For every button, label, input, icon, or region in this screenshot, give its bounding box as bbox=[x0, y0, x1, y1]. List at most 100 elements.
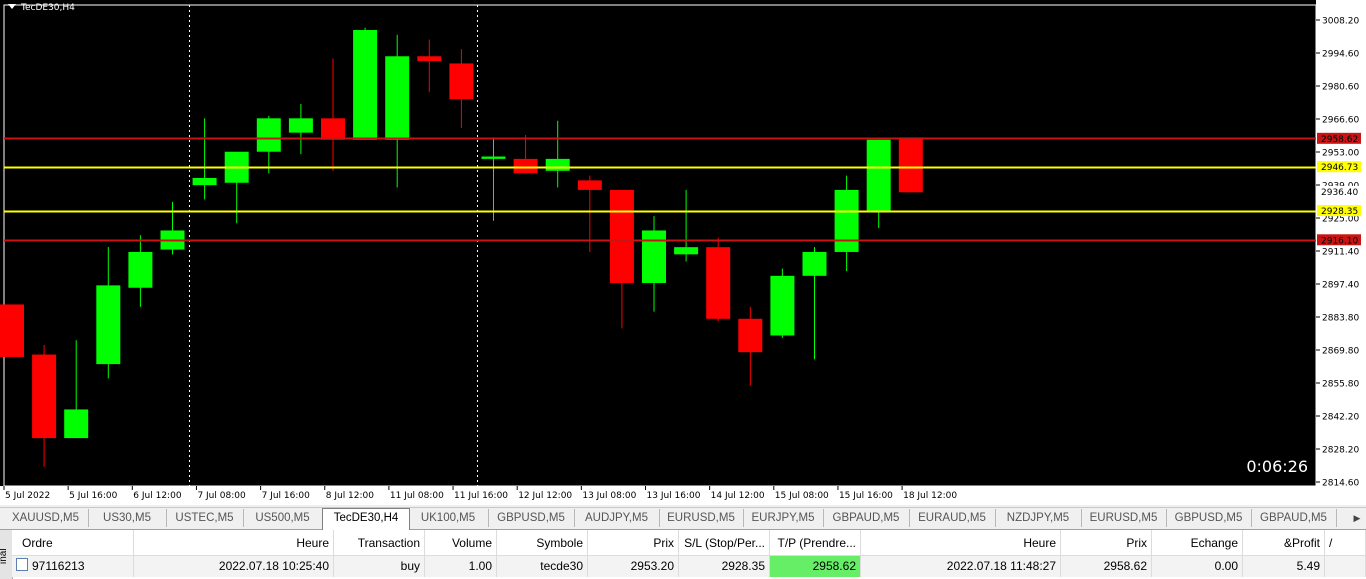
time-tick-label: 14 Jul 12:00 bbox=[711, 491, 765, 501]
cell-sl[interactable]: 2928.35 bbox=[679, 556, 770, 577]
candle-body-bear bbox=[513, 158, 538, 174]
candle-body-bear bbox=[321, 118, 345, 140]
candle-body-bear bbox=[0, 304, 24, 357]
chart-tab[interactable]: GBPUSD,M5 bbox=[1166, 509, 1252, 527]
cell-transaction[interactable]: buy bbox=[334, 556, 425, 577]
price-tick-label: 2911.40 bbox=[1322, 248, 1359, 258]
time-tick-label: 11 Jul 08:00 bbox=[390, 491, 444, 501]
price-tag-label: 2928.35 bbox=[1321, 207, 1358, 217]
chart-tab[interactable]: EURJPY,M5 bbox=[743, 509, 824, 527]
header-sl[interactable]: S/L (Stop/Per... bbox=[679, 530, 770, 556]
candle-body-bear bbox=[449, 63, 474, 100]
time-tick-label: 6 Jul 12:00 bbox=[133, 491, 182, 501]
price-tag-label: 2916.10 bbox=[1321, 236, 1358, 246]
candle-body-bull bbox=[385, 56, 410, 140]
candle-body-bull bbox=[545, 158, 570, 171]
price-tick-label: 3008.20 bbox=[1322, 17, 1359, 27]
cell-extra[interactable] bbox=[1325, 556, 1366, 577]
chart-tab[interactable]: NZDJPY,M5 bbox=[995, 509, 1082, 527]
header-extra[interactable]: / bbox=[1325, 530, 1366, 556]
candle-body-bear bbox=[738, 318, 763, 353]
time-tick-label: 5 Jul 2022 bbox=[5, 491, 50, 501]
terminal-side-text: inal bbox=[0, 548, 9, 564]
header-open-time[interactable]: Heure bbox=[134, 530, 334, 556]
time-tick-label: 12 Jul 12:00 bbox=[518, 491, 572, 501]
header-profit[interactable]: &Profit bbox=[1243, 530, 1325, 556]
price-chart[interactable]: 3008.202994.602980.602966.602953.002939.… bbox=[0, 0, 1366, 505]
chart-tab[interactable]: EURAUD,M5 bbox=[909, 509, 996, 527]
dropdown-arrow-icon[interactable] bbox=[8, 4, 16, 9]
chart-tab[interactable]: GBPAUD,M5 bbox=[1251, 509, 1337, 527]
cell-open-price[interactable]: 2953.20 bbox=[588, 556, 679, 577]
candle-body-bull bbox=[64, 409, 89, 439]
header-price[interactable]: Prix bbox=[588, 530, 679, 556]
chart-tab[interactable]: UK100,M5 bbox=[408, 509, 489, 527]
candle-body-bear bbox=[706, 247, 731, 319]
header-order[interactable]: Ordre bbox=[12, 530, 134, 556]
time-tick-label: 15 Jul 16:00 bbox=[839, 491, 893, 501]
time-tick-label: 13 Jul 08:00 bbox=[582, 491, 636, 501]
cell-open-time[interactable]: 2022.07.18 10:25:40 bbox=[134, 556, 334, 577]
header-swap[interactable]: Echange bbox=[1152, 530, 1243, 556]
chart-tab[interactable]: USTEC,M5 bbox=[166, 509, 244, 527]
cell-profit[interactable]: 5.49 bbox=[1243, 556, 1325, 577]
price-tick-label: 2994.60 bbox=[1322, 50, 1359, 60]
candle-body-bull bbox=[256, 118, 281, 152]
candle-body-bear bbox=[32, 354, 57, 439]
header-symbol[interactable]: Symbole bbox=[497, 530, 588, 556]
chart-tab[interactable]: EURUSD,M5 bbox=[1081, 509, 1167, 527]
header-transaction[interactable]: Transaction bbox=[334, 530, 425, 556]
price-tag-label: 2946.73 bbox=[1321, 163, 1358, 173]
chart-area[interactable]: 3008.202994.602980.602966.602953.002939.… bbox=[0, 0, 1366, 505]
chart-tab[interactable]: TecDE30,H4 bbox=[322, 508, 410, 530]
candle-body-bull bbox=[192, 177, 217, 186]
price-tag-label: 2936.40 bbox=[1321, 188, 1358, 198]
cell-tp[interactable]: 2958.62 bbox=[770, 556, 861, 577]
time-tick-label: 7 Jul 08:00 bbox=[197, 491, 246, 501]
chart-tab[interactable]: GBPUSD,M5 bbox=[488, 509, 575, 527]
chart-tab[interactable]: GBPAUD,M5 bbox=[823, 509, 910, 527]
order-document-icon bbox=[16, 558, 28, 571]
candle-body-bull bbox=[834, 189, 859, 252]
candle-body-bull bbox=[128, 251, 153, 288]
price-tag-label: 2958.62 bbox=[1321, 135, 1358, 145]
time-tick-label: 8 Jul 12:00 bbox=[326, 491, 375, 501]
chart-tab[interactable]: US500,M5 bbox=[243, 509, 323, 527]
price-tick-label: 2828.20 bbox=[1322, 446, 1359, 456]
candle-body-bull bbox=[642, 230, 666, 283]
cell-order[interactable]: 97116213 bbox=[12, 556, 134, 577]
time-tick-label: 11 Jul 16:00 bbox=[454, 491, 508, 501]
chart-tab[interactable]: US30,M5 bbox=[88, 509, 167, 527]
chart-symbol-text: TecDE30,H4 bbox=[21, 3, 75, 13]
candle-body-bull bbox=[802, 251, 827, 276]
cell-close-price[interactable]: 2958.62 bbox=[1061, 556, 1152, 577]
header-tp[interactable]: T/P (Prendre... bbox=[770, 530, 861, 556]
price-tick-label: 2842.20 bbox=[1322, 413, 1359, 423]
time-tick-label: 18 Jul 12:00 bbox=[903, 491, 957, 501]
header-close-time[interactable]: Heure bbox=[861, 530, 1061, 556]
chart-tab[interactable]: XAUUSD,M5 bbox=[3, 509, 89, 527]
time-tick-label: 15 Jul 08:00 bbox=[775, 491, 829, 501]
cell-swap[interactable]: 0.00 bbox=[1152, 556, 1243, 577]
price-tick-label: 2980.60 bbox=[1322, 83, 1359, 93]
header-close-price[interactable]: Prix bbox=[1061, 530, 1152, 556]
time-tick-label: 5 Jul 16:00 bbox=[69, 491, 118, 501]
tab-scroll-right-icon[interactable]: ▶ bbox=[1350, 510, 1364, 526]
candle-body-bear bbox=[577, 180, 602, 190]
price-tick-label: 2855.80 bbox=[1322, 380, 1359, 390]
candle-body-bear bbox=[898, 137, 923, 193]
chart-tab[interactable]: AUDJPY,M5 bbox=[574, 509, 660, 527]
candle-body-bull bbox=[674, 247, 699, 255]
cell-volume[interactable]: 1.00 bbox=[425, 556, 497, 577]
cell-close-time[interactable]: 2022.07.18 11:48:27 bbox=[861, 556, 1061, 577]
chart-tabs-bar: XAUUSD,M5 US30,M5 USTEC,M5 US500,M5 TecDE30,… bbox=[0, 507, 1366, 530]
chart-symbol-label: TecDE30,H4 bbox=[8, 3, 75, 13]
candle-body-bear bbox=[417, 56, 442, 62]
order-number-text: 97116213 bbox=[32, 559, 85, 573]
price-tick-label: 2966.60 bbox=[1322, 116, 1359, 126]
price-tick-label: 2883.80 bbox=[1322, 314, 1359, 324]
cell-symbol[interactable]: tecde30 bbox=[497, 556, 588, 577]
candle-body-bull bbox=[288, 118, 313, 133]
chart-tab[interactable]: EURUSD,M5 bbox=[659, 509, 744, 527]
header-volume[interactable]: Volume bbox=[425, 530, 497, 556]
